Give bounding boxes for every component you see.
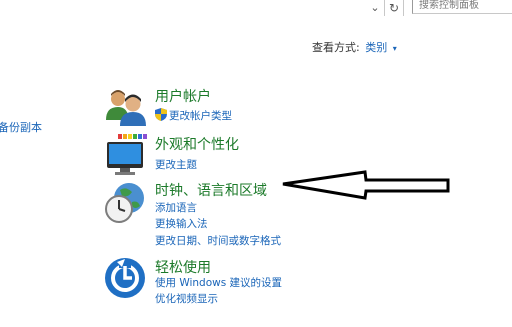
view-by: 查看方式: 类别 ▾ [312,39,397,55]
change-input-method-link[interactable]: 更换输入法 [155,216,208,231]
view-by-label: 查看方式: [312,41,360,54]
search-input[interactable]: 搜索控制面板 [412,0,512,14]
chevron-down-icon[interactable]: ⌄ [368,1,382,15]
address-bar: ⌄ ↻ 搜索控制面板 [0,0,512,18]
category-title[interactable]: 轻松使用 [155,257,211,277]
view-by-dropdown[interactable]: 类别 [365,41,387,54]
left-panel-link[interactable]: 备份副本 [0,119,42,135]
link-text: 更改帐户类型 [169,110,232,122]
shield-icon [155,108,167,124]
appearance-icon[interactable] [104,132,150,178]
chevron-down-icon[interactable]: ▾ [393,44,397,53]
category-title[interactable]: 外观和个性化 [155,134,239,154]
clock-globe-icon[interactable] [102,180,148,226]
category-title[interactable]: 用户帐户 [155,86,211,106]
optimize-display-link[interactable]: 优化视频显示 [155,291,218,306]
refresh-button[interactable]: ↻ [384,0,404,16]
ease-of-access-icon[interactable] [104,256,150,302]
change-date-time-format-link[interactable]: 更改日期、时间或数字格式 [155,233,281,248]
change-account-type-link[interactable]: 更改帐户类型 [155,108,232,124]
category-title[interactable]: 时钟、语言和区域 [155,180,267,200]
recommended-settings-link[interactable]: 使用 Windows 建议的设置 [155,275,282,290]
annotation-arrow [282,170,450,200]
change-theme-link[interactable]: 更改主题 [155,157,197,172]
add-language-link[interactable]: 添加语言 [155,200,197,215]
users-icon[interactable] [104,86,150,132]
